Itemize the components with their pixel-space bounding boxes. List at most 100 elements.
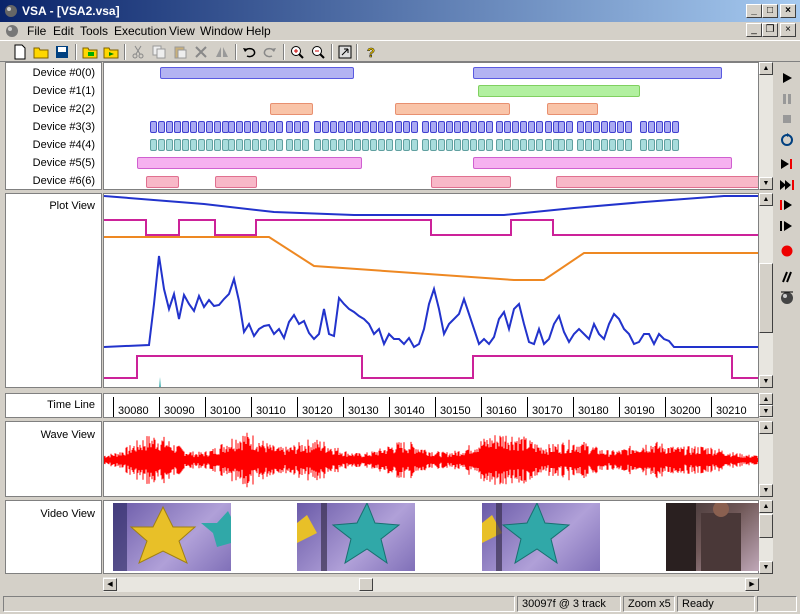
device-3-segment[interactable] [486, 121, 493, 133]
device-3-segment[interactable] [370, 121, 377, 133]
device-3-segment[interactable] [496, 121, 503, 133]
zoom-out-icon[interactable] [308, 43, 328, 61]
execute-icon[interactable] [101, 43, 121, 61]
device-4-segment[interactable] [354, 139, 361, 151]
device-4-segment[interactable] [395, 139, 402, 151]
save-icon[interactable] [52, 43, 72, 61]
device-4-segment[interactable] [625, 139, 632, 151]
loop-icon[interactable] [778, 131, 796, 149]
device-3-segment[interactable] [672, 121, 679, 133]
pause-icon[interactable] [778, 90, 796, 108]
close-button[interactable]: × [780, 4, 796, 18]
device-4-segment[interactable] [286, 139, 293, 151]
minimize-button[interactable]: _ [746, 4, 762, 18]
device-0-segment[interactable] [160, 67, 354, 79]
device-4-segment[interactable] [150, 139, 157, 151]
device-3-segment[interactable] [314, 121, 321, 133]
mdi-restore-button[interactable]: ❐ [762, 23, 778, 37]
maximize-button[interactable]: □ [762, 4, 778, 18]
device-3-segment[interactable] [260, 121, 267, 133]
sync-icon[interactable] [778, 268, 796, 286]
scroll-left-button[interactable]: ◀ [103, 578, 117, 591]
device-4-segment[interactable] [302, 139, 309, 151]
device-4-segment[interactable] [362, 139, 369, 151]
device-3-segment[interactable] [346, 121, 353, 133]
device-4-segment[interactable] [536, 139, 543, 151]
device-4-segment[interactable] [403, 139, 410, 151]
scroll-thumb[interactable] [759, 514, 773, 538]
device-4-segment[interactable] [236, 139, 243, 151]
device-4-segment[interactable] [520, 139, 527, 151]
menu-edit[interactable]: Edit [53, 24, 74, 38]
device-3-segment[interactable] [252, 121, 259, 133]
device-6-segment[interactable] [146, 176, 179, 188]
menu-help[interactable]: Help [246, 24, 271, 38]
scroll-down-button[interactable]: ▼ [759, 561, 773, 574]
device-3-segment[interactable] [528, 121, 535, 133]
device-3-segment[interactable] [470, 121, 477, 133]
device-4-segment[interactable] [346, 139, 353, 151]
device-3-segment[interactable] [617, 121, 624, 133]
device-4-segment[interactable] [512, 139, 519, 151]
device-3-segment[interactable] [478, 121, 485, 133]
device-4-segment[interactable] [338, 139, 345, 151]
redo-icon[interactable] [260, 43, 280, 61]
device-3-segment[interactable] [625, 121, 632, 133]
device-3-segment[interactable] [190, 121, 197, 133]
device-3-segment[interactable] [158, 121, 165, 133]
record-icon[interactable] [778, 242, 796, 260]
device-4-segment[interactable] [430, 139, 437, 151]
scroll-up-button[interactable]: ▲ [759, 62, 773, 75]
tools-icon[interactable] [80, 43, 100, 61]
scroll-up-button[interactable]: ▲ [759, 393, 773, 405]
device-scrollbar[interactable]: ▲ ▼ [759, 62, 773, 190]
copy-icon[interactable] [149, 43, 169, 61]
menu-file[interactable]: File [27, 24, 46, 38]
menu-execution[interactable]: Execution [114, 24, 167, 38]
device-3-segment[interactable] [558, 121, 565, 133]
device-3-segment[interactable] [403, 121, 410, 133]
delete-icon[interactable] [191, 43, 211, 61]
device-3-segment[interactable] [268, 121, 275, 133]
device-3-segment[interactable] [395, 121, 402, 133]
menu-tools[interactable]: Tools [80, 24, 108, 38]
device-3-segment[interactable] [411, 121, 418, 133]
device-3-segment[interactable] [354, 121, 361, 133]
device-4-segment[interactable] [601, 139, 608, 151]
time-line[interactable] [103, 393, 759, 418]
device-4-segment[interactable] [422, 139, 429, 151]
video-frame[interactable] [113, 503, 231, 571]
device-3-segment[interactable] [166, 121, 173, 133]
device-4-segment[interactable] [190, 139, 197, 151]
plot-view[interactable] [103, 193, 759, 388]
device-3-segment[interactable] [294, 121, 301, 133]
device-3-segment[interactable] [378, 121, 385, 133]
device-1-segment[interactable] [478, 85, 640, 97]
device-4-segment[interactable] [672, 139, 679, 151]
device-3-segment[interactable] [338, 121, 345, 133]
device-4-segment[interactable] [260, 139, 267, 151]
device-4-segment[interactable] [446, 139, 453, 151]
device-3-segment[interactable] [656, 121, 663, 133]
play-segment-icon[interactable] [778, 217, 796, 235]
skip-end-icon[interactable] [778, 176, 796, 194]
scroll-down-button[interactable]: ▼ [759, 484, 773, 497]
device-4-segment[interactable] [411, 139, 418, 151]
device-3-segment[interactable] [206, 121, 213, 133]
menu-view[interactable]: View [169, 24, 195, 38]
device-3-segment[interactable] [648, 121, 655, 133]
device-4-segment[interactable] [158, 139, 165, 151]
doc-icon[interactable] [5, 24, 20, 38]
device-5-segment[interactable] [473, 157, 732, 169]
device-3-segment[interactable] [462, 121, 469, 133]
cut-icon[interactable] [128, 43, 148, 61]
capture-icon[interactable] [778, 288, 796, 306]
device-3-segment[interactable] [214, 121, 221, 133]
device-2-segment[interactable] [547, 103, 598, 115]
device-4-segment[interactable] [206, 139, 213, 151]
device-3-segment[interactable] [362, 121, 369, 133]
device-4-segment[interactable] [486, 139, 493, 151]
horizontal-scrollbar[interactable]: ◀ ▶ [103, 577, 759, 592]
device-4-segment[interactable] [268, 139, 275, 151]
device-4-segment[interactable] [640, 139, 647, 151]
